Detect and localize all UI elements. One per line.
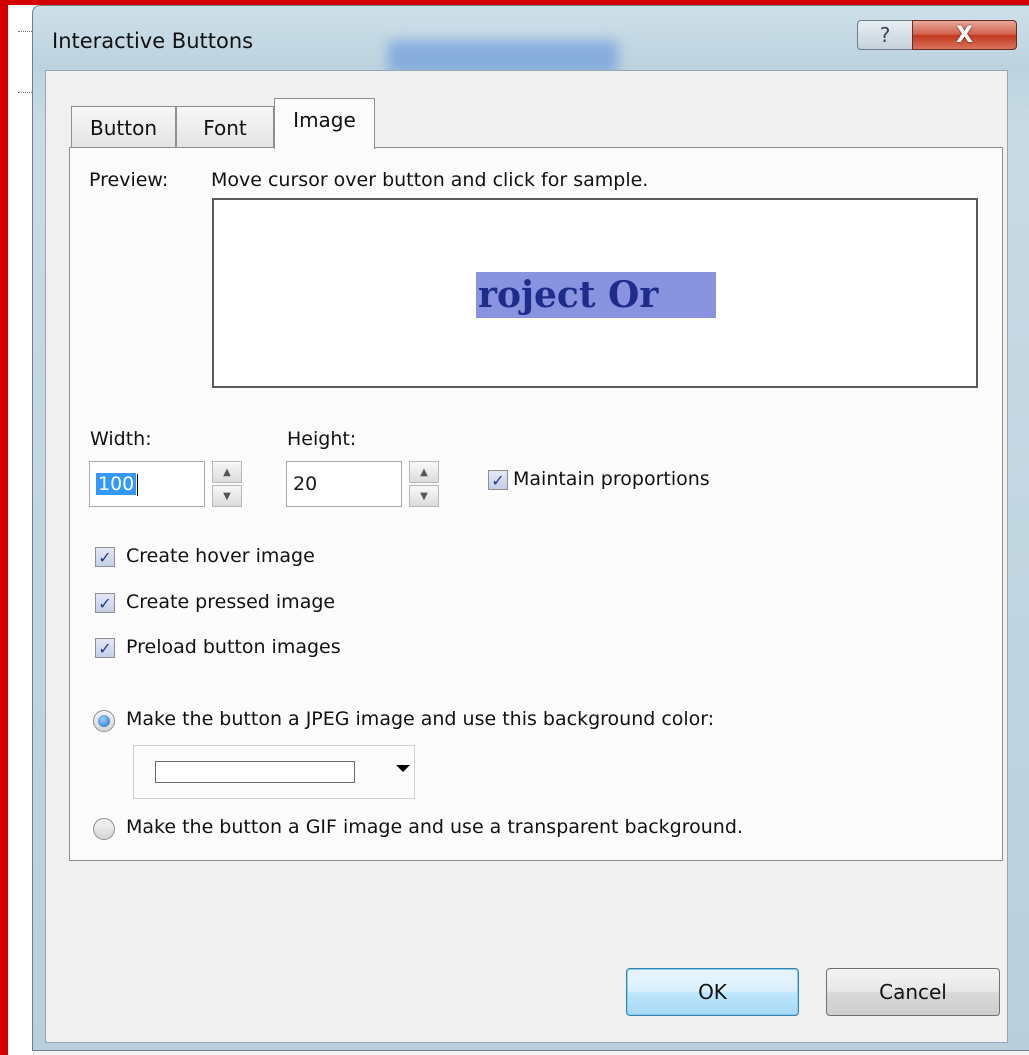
spin-up-icon[interactable]: ▲ xyxy=(212,461,242,483)
preview-area[interactable]: roject Or xyxy=(212,198,978,388)
cancel-button[interactable]: Cancel xyxy=(826,968,1000,1016)
gif-radio[interactable] xyxy=(93,818,115,840)
close-icon: X xyxy=(956,22,973,48)
preview-sample-button[interactable]: roject Or xyxy=(476,272,716,318)
pressed-image-label: Create pressed image xyxy=(126,591,336,613)
spin-down-icon[interactable]: ▼ xyxy=(409,485,439,507)
checkmark-icon: ✓ xyxy=(491,470,505,490)
tab-label: Button xyxy=(90,115,157,140)
help-button[interactable]: ? xyxy=(857,20,913,50)
dialog-title: Interactive Buttons xyxy=(52,29,254,53)
tab-label: Image xyxy=(293,108,356,132)
preload-images-checkbox[interactable]: ✓ xyxy=(95,638,115,658)
checkmark-icon: ✓ xyxy=(98,547,112,567)
width-spinner[interactable]: ▲ ▼ xyxy=(212,461,242,507)
pressed-image-checkbox[interactable]: ✓ xyxy=(95,593,115,613)
height-input[interactable]: 20 xyxy=(286,461,402,507)
width-label: Width: xyxy=(90,428,152,450)
close-button[interactable]: X xyxy=(912,20,1017,50)
checkmark-icon: ✓ xyxy=(98,593,112,613)
jpeg-radio[interactable] xyxy=(93,710,115,732)
preview-label: Preview: xyxy=(89,169,169,191)
blurred-background-title xyxy=(388,40,618,74)
tab-label: Font xyxy=(203,115,247,140)
hover-image-label: Create hover image xyxy=(126,545,315,567)
height-spinner[interactable]: ▲ ▼ xyxy=(409,461,439,507)
jpeg-option-label: Make the button a JPEG image and use thi… xyxy=(126,708,715,730)
tab-image[interactable]: Image xyxy=(274,98,375,149)
dialog-window: Interactive Buttons ? X Button Font Imag… xyxy=(32,5,1029,1051)
hover-image-checkbox[interactable]: ✓ xyxy=(95,547,115,567)
preview-hint: Move cursor over button and click for sa… xyxy=(211,169,649,191)
help-icon: ? xyxy=(879,23,891,47)
width-value: 100 xyxy=(96,473,137,495)
spin-up-icon[interactable]: ▲ xyxy=(409,461,439,483)
ok-button[interactable]: OK xyxy=(626,968,799,1016)
chevron-down-icon xyxy=(396,765,410,772)
preload-images-label: Preload button images xyxy=(126,636,341,658)
background-color-dropdown[interactable] xyxy=(133,745,415,799)
width-input[interactable]: 100 xyxy=(89,461,205,507)
tab-font[interactable]: Font xyxy=(176,106,274,148)
maintain-proportions-label: Maintain proportions xyxy=(513,468,710,490)
background-window-strip xyxy=(8,5,38,1055)
gif-option-label: Make the button a GIF image and use a tr… xyxy=(126,816,743,838)
tab-button[interactable]: Button xyxy=(71,106,176,148)
color-swatch xyxy=(155,761,355,783)
text-caret xyxy=(137,473,139,496)
height-label: Height: xyxy=(287,428,357,450)
height-value: 20 xyxy=(293,473,318,495)
maintain-proportions-checkbox[interactable]: ✓ xyxy=(488,470,508,490)
spin-down-icon[interactable]: ▼ xyxy=(212,485,242,507)
checkmark-icon: ✓ xyxy=(98,638,112,658)
